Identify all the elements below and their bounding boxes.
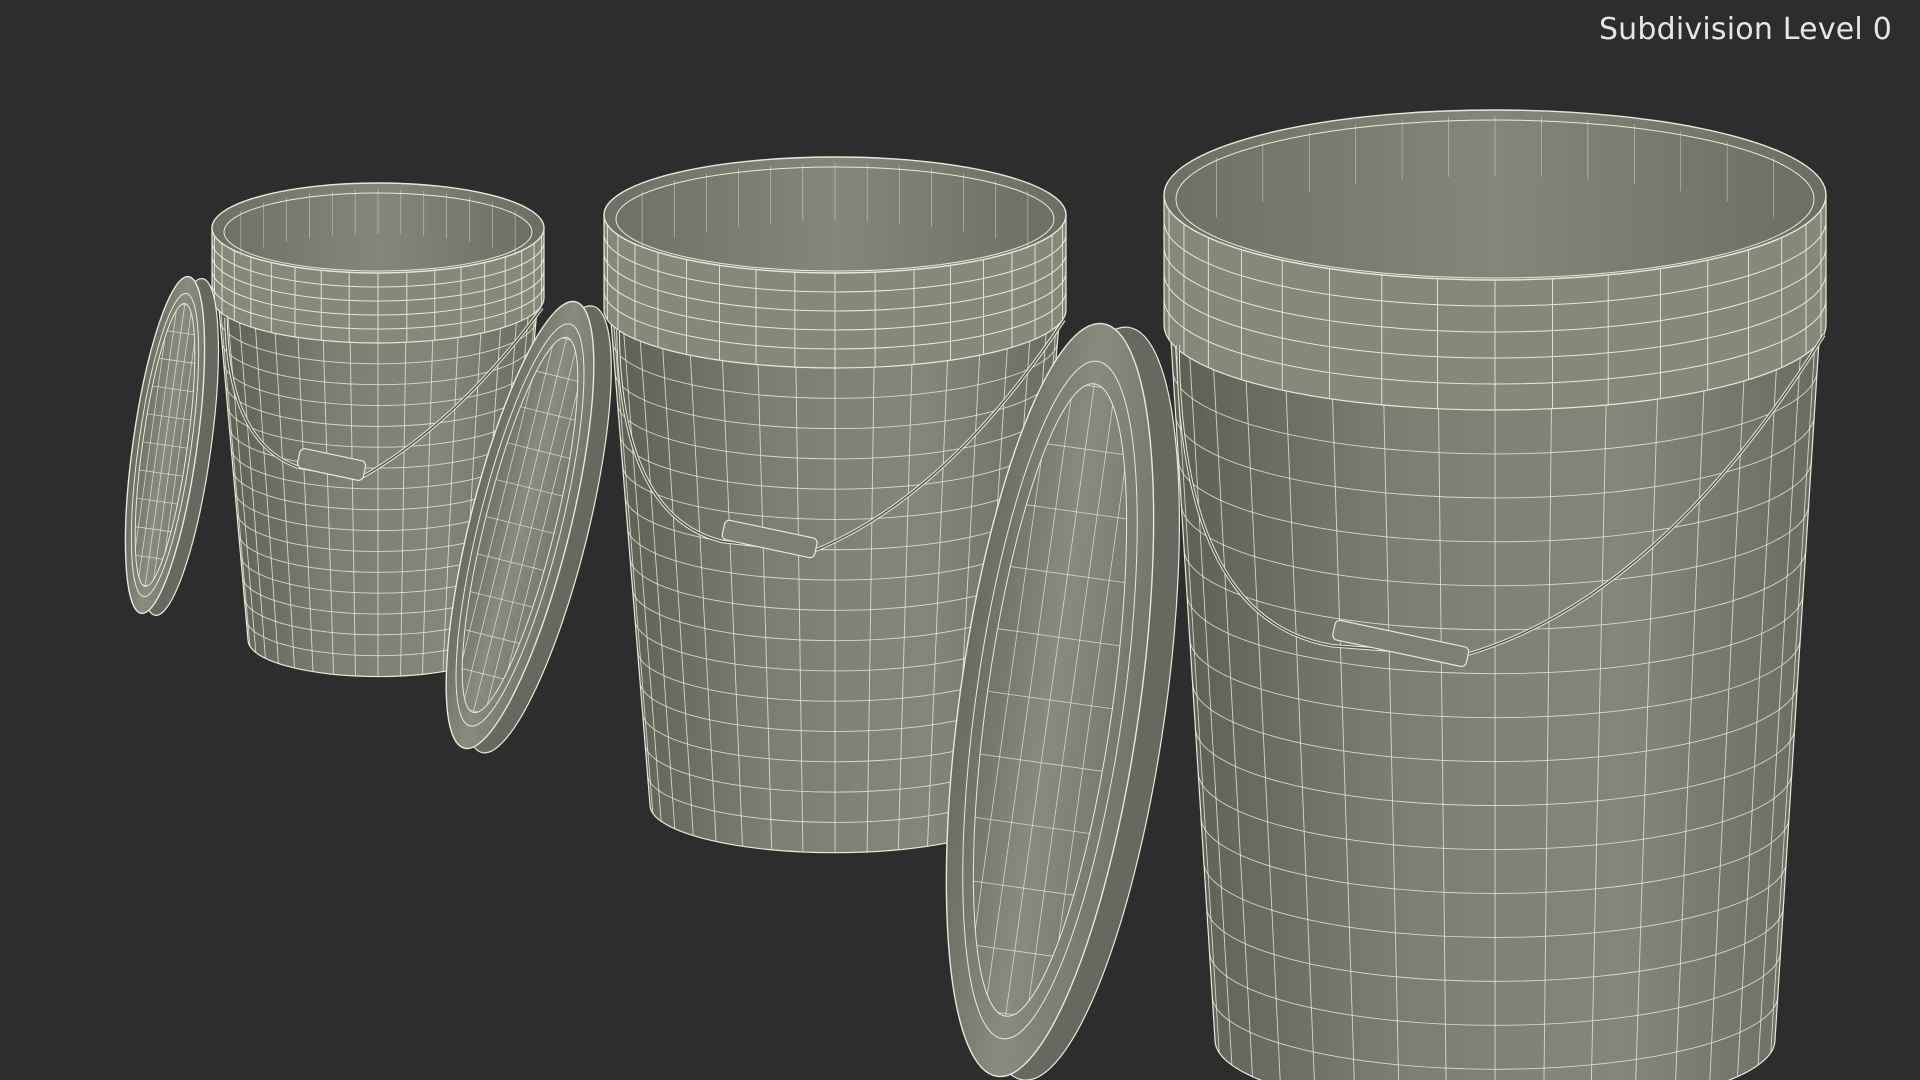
- subdivision-level-label: Subdivision Level 0: [1598, 12, 1892, 47]
- 3d-viewport[interactable]: Subdivision Level 0: [0, 0, 1920, 1080]
- large-bucket[interactable]: [1163, 109, 1827, 1080]
- small-bucket-lid[interactable]: [110, 272, 235, 620]
- wireframe-scene[interactable]: [0, 0, 1920, 1080]
